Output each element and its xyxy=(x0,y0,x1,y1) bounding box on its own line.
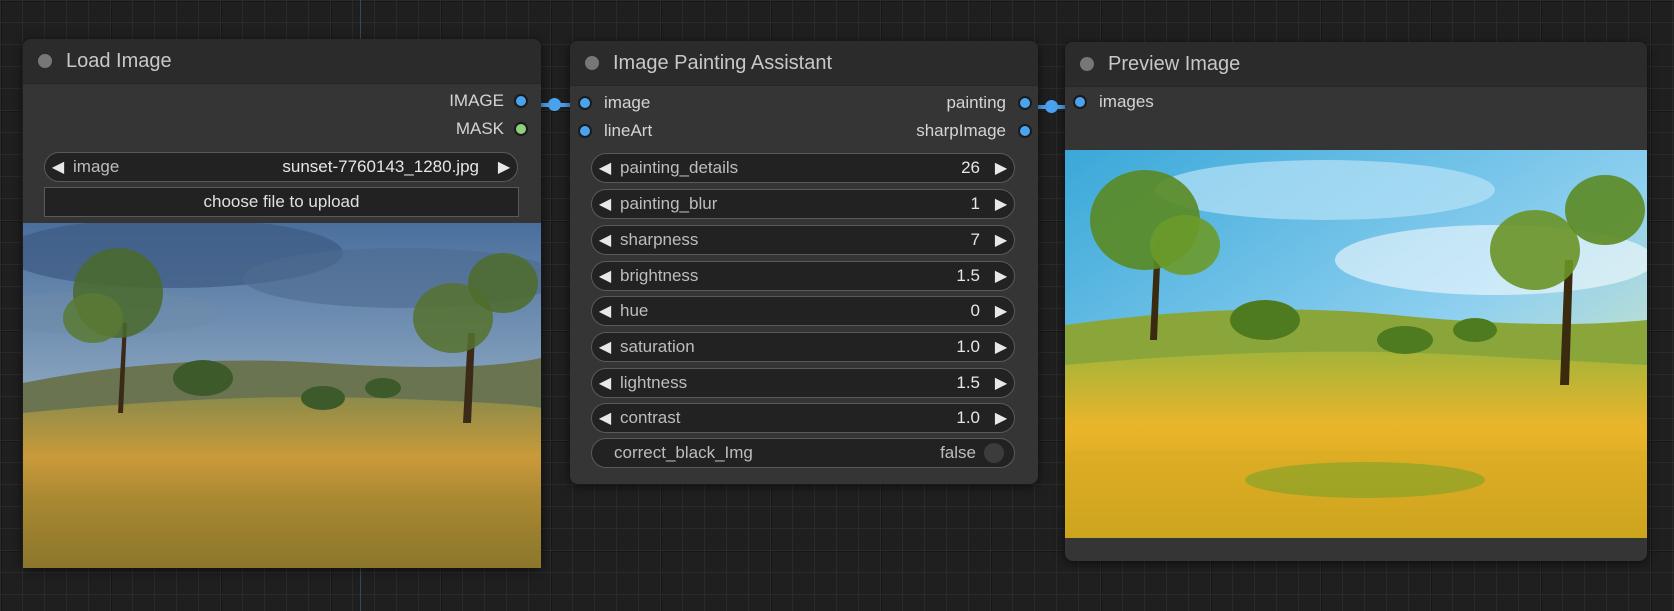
widget-label: lightness xyxy=(620,373,688,392)
widget-value: 1.0 xyxy=(956,408,980,427)
node-title: Load Image xyxy=(66,49,172,72)
output-slot-painting[interactable]: painting xyxy=(946,93,1032,113)
right-arrow-icon[interactable]: ▶ xyxy=(988,230,1014,250)
load-image-node[interactable]: Load Image IMAGE MASK ◀ image sunset-776… xyxy=(23,39,541,568)
widget-label: contrast xyxy=(620,408,681,427)
brightness-widget[interactable]: ◀ brightness 1.5 ▶ xyxy=(591,261,1015,291)
preview-node-header[interactable]: Preview Image xyxy=(1065,42,1647,87)
input-slot-lineart[interactable]: lineArt xyxy=(578,121,652,141)
link-painting-midpoint[interactable] xyxy=(1045,100,1058,113)
widget-value: sunset-7760143_1280.jpg xyxy=(282,157,479,176)
widget-label: hue xyxy=(620,301,649,320)
slot-label: painting xyxy=(946,93,1006,112)
right-arrow-icon[interactable]: ▶ xyxy=(988,408,1014,428)
left-arrow-icon[interactable]: ◀ xyxy=(45,157,71,177)
right-arrow-icon[interactable]: ▶ xyxy=(988,373,1014,393)
image-painting-assistant-node[interactable]: Image Painting Assistant image lineArt p… xyxy=(570,41,1038,484)
right-arrow-icon[interactable]: ▶ xyxy=(988,194,1014,214)
output-port-icon[interactable] xyxy=(1018,96,1032,110)
toggle-off-icon[interactable] xyxy=(984,443,1004,463)
left-arrow-icon[interactable]: ◀ xyxy=(592,194,618,214)
widget-value: 26 xyxy=(961,158,980,177)
slot-label: image xyxy=(604,93,651,112)
collapse-dot-icon[interactable] xyxy=(1080,57,1094,71)
link-image-midpoint[interactable] xyxy=(548,98,561,111)
input-slot-images[interactable]: images xyxy=(1073,92,1154,112)
input-slot-image[interactable]: image xyxy=(578,93,650,113)
widget-value: 1.5 xyxy=(956,373,980,392)
left-arrow-icon[interactable]: ◀ xyxy=(592,230,618,250)
output-port-icon[interactable] xyxy=(514,122,528,136)
loaded-image-thumbnail xyxy=(23,223,541,568)
left-arrow-icon[interactable]: ◀ xyxy=(592,158,618,178)
widget-value: 1.5 xyxy=(956,266,980,285)
input-port-icon[interactable] xyxy=(1073,95,1087,109)
widget-value: 0 xyxy=(970,301,980,320)
output-slot-sharpimage[interactable]: sharpImage xyxy=(916,121,1032,141)
painting-node-header[interactable]: Image Painting Assistant xyxy=(570,41,1038,86)
left-arrow-icon[interactable]: ◀ xyxy=(592,373,618,393)
widget-label: painting_blur xyxy=(620,194,718,213)
output-port-icon[interactable] xyxy=(514,94,528,108)
slot-label: lineArt xyxy=(604,121,653,140)
output-port-icon[interactable] xyxy=(1018,124,1032,138)
left-arrow-icon[interactable]: ◀ xyxy=(592,301,618,321)
right-arrow-icon[interactable]: ▶ xyxy=(988,158,1014,178)
right-arrow-icon[interactable]: ▶ xyxy=(988,266,1014,286)
node-title: Preview Image xyxy=(1108,52,1241,75)
left-arrow-icon[interactable]: ◀ xyxy=(592,408,618,428)
widget-value: false xyxy=(940,443,976,462)
image-combo-widget[interactable]: ◀ image sunset-7760143_1280.jpg ▶ xyxy=(44,152,518,182)
contrast-widget[interactable]: ◀ contrast 1.0 ▶ xyxy=(591,403,1015,433)
preview-image-output xyxy=(1065,150,1647,538)
node-title: Image Painting Assistant xyxy=(613,51,833,74)
painting-blur-widget[interactable]: ◀ painting_blur 1 ▶ xyxy=(591,189,1015,219)
output-slot-image[interactable]: IMAGE xyxy=(449,91,528,111)
widget-value: 7 xyxy=(970,230,980,249)
input-port-icon[interactable] xyxy=(578,96,592,110)
right-arrow-icon[interactable]: ▶ xyxy=(988,301,1014,321)
output-slot-mask[interactable]: MASK xyxy=(456,119,528,139)
input-port-icon[interactable] xyxy=(578,124,592,138)
saturation-widget[interactable]: ◀ saturation 1.0 ▶ xyxy=(591,332,1015,362)
slot-label: IMAGE xyxy=(449,91,504,110)
widget-label: saturation xyxy=(620,337,695,356)
widget-label: painting_details xyxy=(620,158,739,177)
right-arrow-icon[interactable]: ▶ xyxy=(491,157,517,177)
hue-widget[interactable]: ◀ hue 0 ▶ xyxy=(591,296,1015,326)
widget-label: correct_black_Img xyxy=(614,443,753,462)
preview-image-node[interactable]: Preview Image images xyxy=(1065,42,1647,561)
collapse-dot-icon[interactable] xyxy=(585,56,599,70)
correct-black-img-toggle[interactable]: correct_black_Img false xyxy=(591,438,1015,468)
collapse-dot-icon[interactable] xyxy=(38,54,52,68)
left-arrow-icon[interactable]: ◀ xyxy=(592,266,618,286)
slot-label: MASK xyxy=(455,119,504,138)
right-arrow-icon[interactable]: ▶ xyxy=(988,337,1014,357)
widget-label: sharpness xyxy=(620,230,699,249)
upload-button[interactable]: choose file to upload xyxy=(44,187,519,217)
painting-details-widget[interactable]: ◀ painting_details 26 ▶ xyxy=(591,153,1015,183)
widget-label: brightness xyxy=(620,266,699,285)
load-image-node-header[interactable]: Load Image xyxy=(23,39,541,84)
sharpness-widget[interactable]: ◀ sharpness 7 ▶ xyxy=(591,225,1015,255)
widget-value: 1.0 xyxy=(956,337,980,356)
widget-value: 1 xyxy=(970,194,980,213)
lightness-widget[interactable]: ◀ lightness 1.5 ▶ xyxy=(591,368,1015,398)
widget-label: image xyxy=(73,157,120,176)
slot-label: images xyxy=(1099,92,1154,111)
left-arrow-icon[interactable]: ◀ xyxy=(592,337,618,357)
slot-label: sharpImage xyxy=(916,121,1006,140)
